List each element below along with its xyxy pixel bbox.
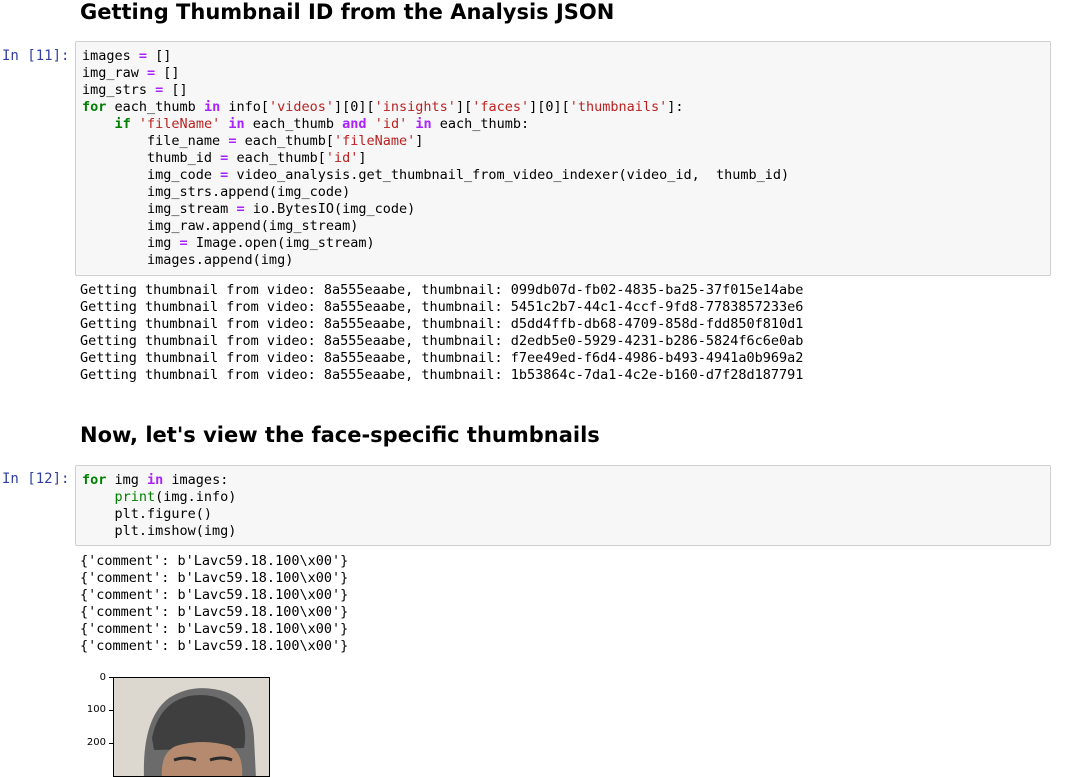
output-line: Getting thumbnail from video: 8a555eaabe… [80,282,804,298]
face-thumbnail-image [113,677,270,777]
output-text-12: {'comment': b'Lavc59.18.100\x00'} {'comm… [80,553,348,655]
output-line: {'comment': b'Lavc59.18.100\x00'} [80,621,349,637]
output-area-12: {'comment': b'Lavc59.18.100\x00'} {'comm… [80,553,348,655]
output-line: Getting thumbnail from video: 8a555eaabe… [80,367,804,383]
cell-prompt-12: In [12]: [2,471,70,487]
y-tick-label-0: 0 [99,672,106,683]
code-editor-11[interactable]: images = [] img_raw = [] img_strs = [] f… [76,42,1050,269]
y-tick-label-100: 100 [86,704,106,715]
code-editor-12[interactable]: for img in images: print(img.info) plt.f… [76,466,1050,540]
output-line: Getting thumbnail from video: 8a555eaabe… [80,350,804,366]
output-line: Getting thumbnail from video: 8a555eaabe… [80,316,804,332]
section-heading-thumbnail-id: Getting Thumbnail ID from the Analysis J… [80,0,615,24]
output-line: {'comment': b'Lavc59.18.100\x00'} [80,570,349,586]
output-line: {'comment': b'Lavc59.18.100\x00'} [80,638,349,654]
output-line: Getting thumbnail from video: 8a555eaabe… [80,299,804,315]
output-line: {'comment': b'Lavc59.18.100\x00'} [80,553,349,569]
section-heading-face-thumbnails: Now, let's view the face-specific thumbn… [80,423,600,447]
face-thumbnail-drawing [114,678,269,776]
output-line: Getting thumbnail from video: 8a555eaabe… [80,333,804,349]
output-line: {'comment': b'Lavc59.18.100\x00'} [80,587,349,603]
code-cell-12[interactable]: for img in images: print(img.info) plt.f… [75,465,1051,546]
output-line: {'comment': b'Lavc59.18.100\x00'} [80,604,349,620]
cell-prompt-11: In [11]: [2,48,70,64]
code-cell-11[interactable]: images = [] img_raw = [] img_strs = [] f… [75,41,1051,276]
output-area-11: Getting thumbnail from video: 8a555eaabe… [80,282,803,384]
output-text-11: Getting thumbnail from video: 8a555eaabe… [80,282,803,384]
y-tick-label-200: 200 [86,737,106,748]
thumbnail-plot: 0 100 200 [80,666,280,777]
